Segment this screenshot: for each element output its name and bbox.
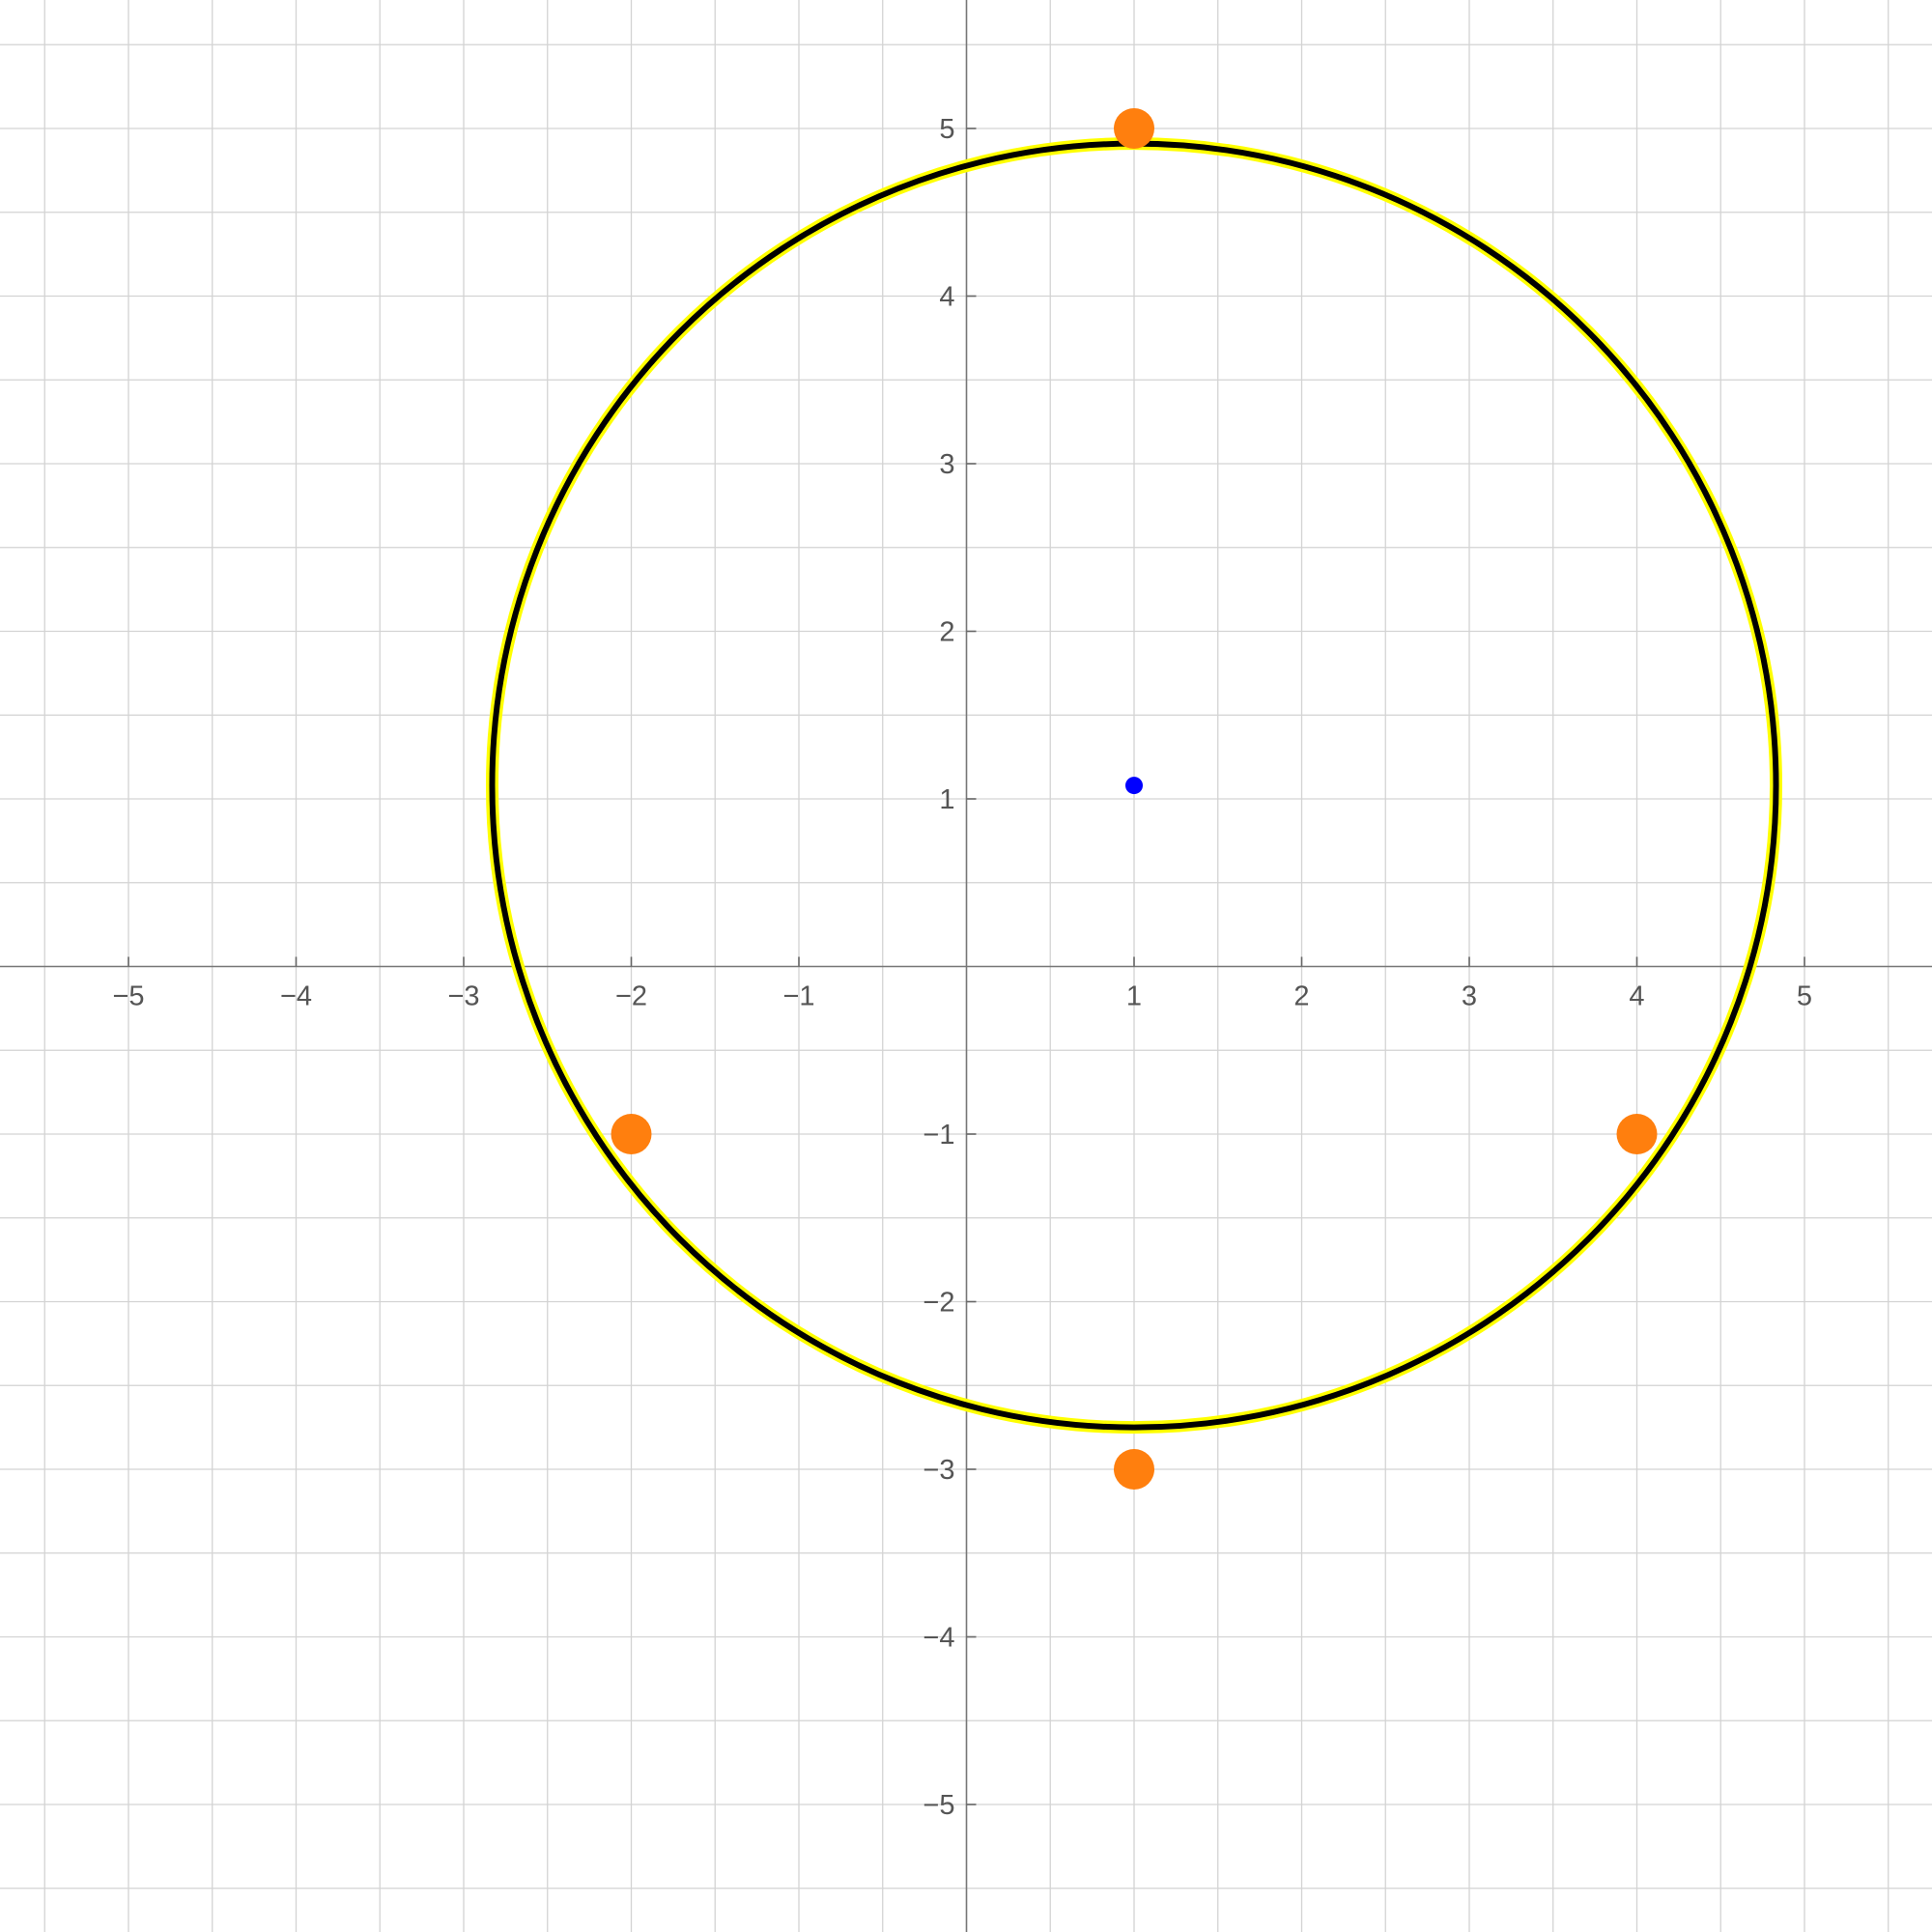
x-tick-label: 3 (1462, 981, 1477, 1012)
y-tick-label: 5 (939, 114, 954, 145)
y-tick-label: −1 (923, 1120, 954, 1151)
x-tick-label: 2 (1293, 981, 1309, 1012)
x-tick-label: 1 (1126, 981, 1142, 1012)
data-point (1114, 108, 1154, 149)
x-tick-label: −2 (615, 981, 647, 1012)
y-tick-label: −4 (923, 1623, 954, 1654)
data-point (1114, 1449, 1154, 1490)
x-tick-label: −1 (782, 981, 814, 1012)
axes (0, 0, 1932, 1932)
y-tick-label: 2 (939, 617, 954, 648)
y-tick-label: 4 (939, 282, 954, 313)
center-point (1125, 777, 1143, 795)
x-tick-label: 4 (1629, 981, 1644, 1012)
y-tick-label: −2 (923, 1288, 954, 1319)
x-tick-label: −3 (447, 981, 479, 1012)
chart-plot: −5 −4 −3 −2 −1 1 2 3 4 5 −5 −4 −3 −2 −1 1 2 3 4 5 (0, 0, 1932, 1932)
y-tick-label: −3 (923, 1455, 954, 1486)
y-tick-label: −5 (923, 1790, 954, 1821)
x-tick-label: 5 (1797, 981, 1812, 1012)
data-point (611, 1114, 652, 1154)
y-tick-label: 3 (939, 449, 954, 480)
ticks: −5 −4 −3 −2 −1 1 2 3 4 5 −5 −4 −3 −2 −1 1 2 3 4 5 (112, 114, 1812, 1821)
x-tick-label: −4 (280, 981, 312, 1012)
y-tick-label: 1 (939, 784, 954, 815)
data-point (1616, 1114, 1658, 1154)
x-tick-label: −5 (112, 981, 144, 1012)
